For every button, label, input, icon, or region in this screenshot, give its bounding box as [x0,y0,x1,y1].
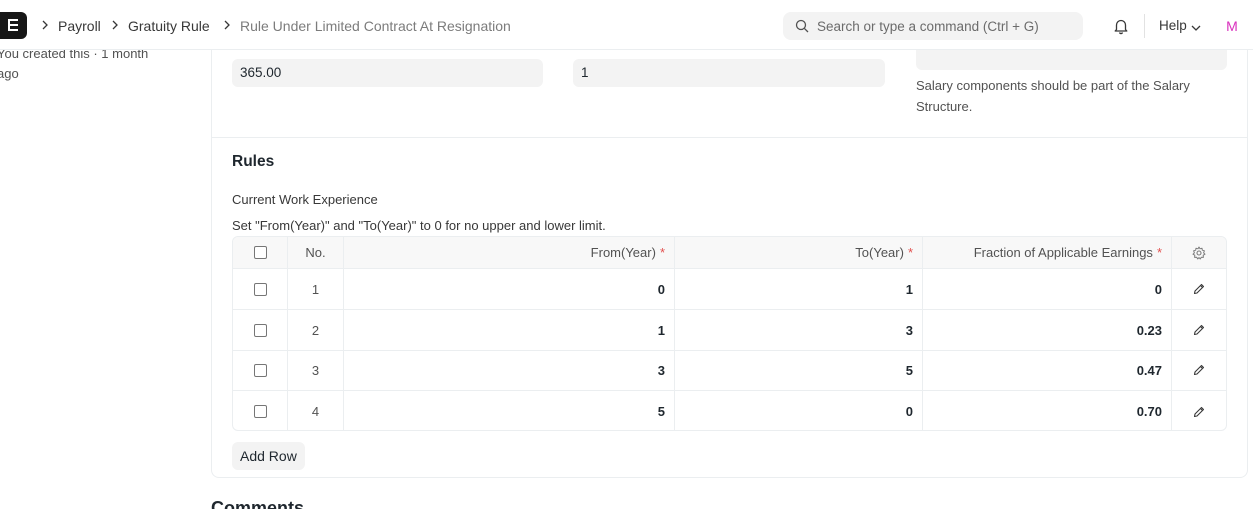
cell-to-year[interactable]: 3 [675,310,923,350]
field-description: Set "From(Year)" and "To(Year)" to 0 for… [232,218,606,233]
top-navbar: Payroll Gratuity Rule Rule Under Limited… [0,0,1253,50]
cell-from-year[interactable]: 3 [344,350,675,390]
edit-pencil-icon[interactable] [1192,282,1206,296]
breadcrumb-chevron-icon [221,18,233,32]
chevron-down-icon[interactable] [1190,21,1202,31]
field-input-days[interactable]: 365.00 [232,59,543,87]
search-icon [795,19,809,33]
section-divider [212,137,1247,138]
rules-table: No. From(Year) * To(Year) * Fraction of Ap… [232,236,1227,431]
help-menu-button[interactable]: Help [1159,18,1187,33]
row-number: 4 [288,391,344,430]
breadcrumb-chevron-icon [109,18,121,32]
add-row-button[interactable]: Add Row [232,442,305,470]
cell-from-year[interactable]: 0 [344,269,675,309]
cell-from-year[interactable]: 1 [344,310,675,350]
cell-to-year[interactable]: 5 [675,350,923,390]
settings-gear-icon[interactable] [1192,246,1206,260]
created-by-info: You created this · 1 month ago [0,46,149,81]
cell-fraction[interactable]: 0.23 [923,310,1172,350]
row-number: 1 [288,269,344,309]
navbar-divider [1144,14,1145,38]
cell-to-year[interactable]: 1 [675,269,923,309]
cell-from-year[interactable]: 5 [344,391,675,430]
column-header-to-year: To(Year) * [675,237,923,268]
cell-fraction[interactable]: 0.70 [923,391,1172,430]
table-row[interactable]: 4 5 0 0.70 [233,391,1226,430]
table-row[interactable]: 1 0 1 0 [233,269,1226,310]
edit-pencil-icon[interactable] [1192,405,1206,419]
salary-components-note: Salary components should be part of the … [916,78,1190,114]
cell-fraction[interactable]: 0.47 [923,350,1172,390]
search-bar[interactable] [783,12,1083,40]
column-header-no: No. [288,237,344,268]
row-checkbox[interactable] [253,363,267,377]
table-row[interactable]: 3 3 5 0.47 [233,350,1226,391]
select-all-checkbox[interactable] [253,246,267,259]
breadcrumb-payroll[interactable]: Payroll [58,18,101,34]
cell-to-year[interactable]: 0 [675,391,923,430]
table-row[interactable]: 2 1 3 0.23 [233,310,1226,351]
edit-pencil-icon[interactable] [1192,323,1206,337]
user-avatar[interactable]: M [1223,17,1241,35]
row-checkbox[interactable] [253,323,267,337]
comments-heading: Comments [211,498,305,509]
row-number: 3 [288,350,344,390]
row-number: 2 [288,310,344,350]
breadcrumb-chevron-icon [39,18,51,32]
column-header-from-year: From(Year) * [344,237,675,268]
notification-bell-icon[interactable] [1112,17,1130,35]
search-input[interactable] [817,12,1077,40]
app-logo-icon[interactable] [0,12,27,39]
row-checkbox[interactable] [253,405,267,418]
table-header-row: No. From(Year) * To(Year) * Fraction of Ap… [233,237,1226,269]
edit-pencil-icon[interactable] [1192,363,1206,377]
field-input-count[interactable]: 1 [573,59,885,87]
section-title-rules: Rules [232,153,275,170]
field-label-work-experience: Current Work Experience [232,192,378,207]
form-card: 365.00 1 Salary components should be par… [211,30,1248,478]
breadcrumb-current-doc: Rule Under Limited Contract At Resignati… [240,18,511,34]
column-header-fraction: Fraction of Applicable Earnings * [923,237,1172,268]
breadcrumb-gratuity-rule[interactable]: Gratuity Rule [128,18,210,34]
row-checkbox[interactable] [253,282,267,296]
cell-fraction[interactable]: 0 [923,269,1172,309]
